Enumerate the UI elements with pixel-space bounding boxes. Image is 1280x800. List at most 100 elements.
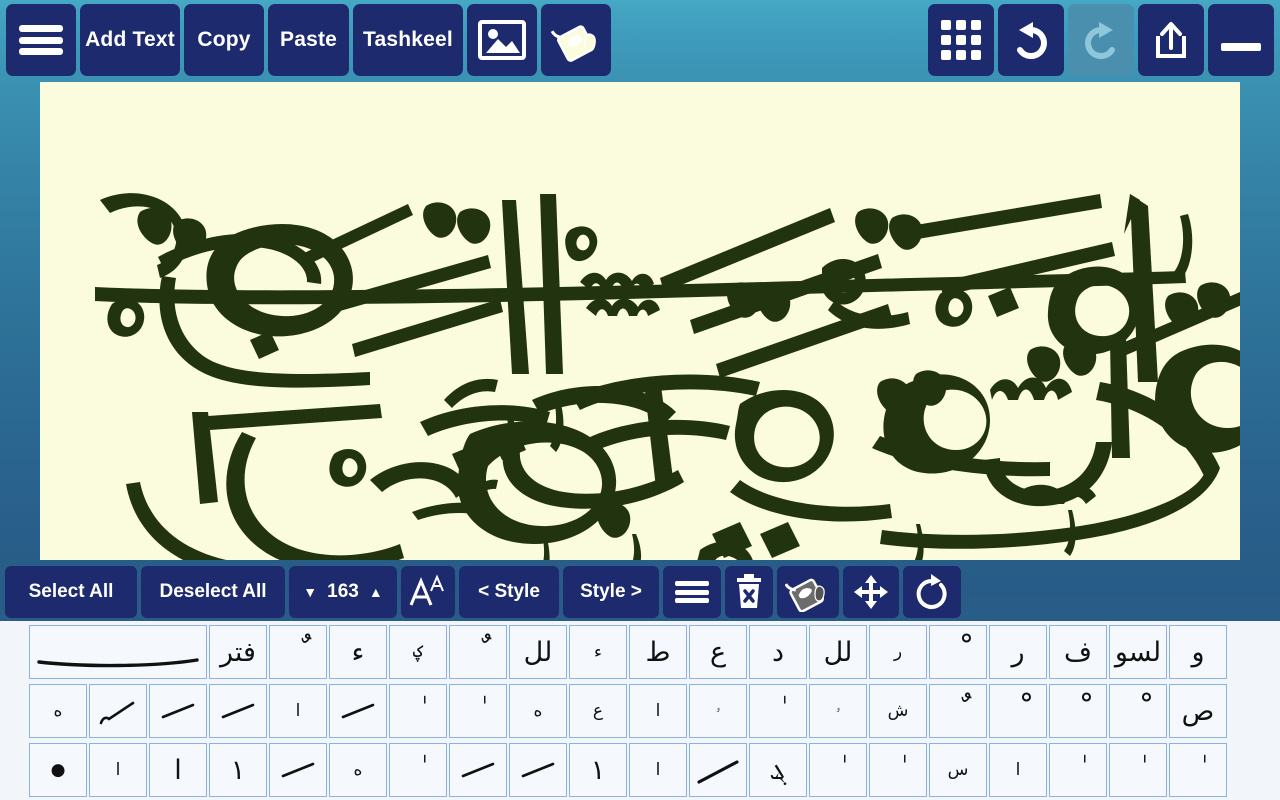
palette-cell[interactable]: ؼ (389, 625, 447, 679)
delete-button[interactable] (725, 566, 773, 618)
palette-cell[interactable]: ه (329, 743, 387, 797)
palette-cell[interactable]: ٌ (449, 625, 507, 679)
insert-image-button[interactable] (467, 4, 537, 76)
palette-cell[interactable] (269, 743, 327, 797)
palette-cell[interactable]: ف (1049, 625, 1107, 679)
palette-cell[interactable]: ٰ (1169, 743, 1227, 797)
palette-cell[interactable]: ٌ (929, 684, 987, 738)
minimize-button[interactable] (1208, 4, 1274, 76)
palette-cell[interactable] (449, 743, 507, 797)
palette-cell[interactable] (29, 625, 207, 679)
rotate-icon (914, 573, 950, 611)
tashkeel-button[interactable]: Tashkeel (353, 4, 463, 76)
palette-cell[interactable]: لسو (1109, 625, 1167, 679)
palette-cell[interactable]: ٰ (749, 684, 807, 738)
palette-cell[interactable]: ا (629, 743, 687, 797)
select-all-button[interactable]: Select All (5, 566, 137, 618)
palette-cell[interactable]: ع (689, 625, 747, 679)
palette-glyph: ܔ (769, 757, 786, 784)
palette-cell[interactable]: ْ (1049, 684, 1107, 738)
font-size-button[interactable] (401, 566, 455, 618)
palette-cell[interactable]: ر (869, 625, 927, 679)
size-stepper[interactable]: ▼ 163 ▲ (289, 566, 397, 618)
palette-cell[interactable]: ٰ (809, 743, 867, 797)
font-size-icon (408, 573, 448, 611)
move-icon (853, 574, 889, 610)
palette-cell[interactable] (89, 684, 147, 738)
palette-cell[interactable]: ۥ (809, 684, 867, 738)
share-button[interactable] (1138, 4, 1204, 76)
palette-glyph: ١ (231, 757, 246, 784)
palette-cell[interactable]: ر (989, 625, 1047, 679)
palette-cell[interactable]: ١ (569, 743, 627, 797)
palette-cell[interactable]: ه (509, 684, 567, 738)
palette-cell[interactable]: ٰ (389, 743, 447, 797)
style-next-button[interactable]: Style > (563, 566, 659, 618)
palette-cell[interactable]: ٰ (449, 684, 507, 738)
palette-cell[interactable] (209, 684, 267, 738)
copy-button[interactable]: Copy (184, 4, 264, 76)
redo-button[interactable] (1068, 4, 1134, 76)
palette-cell[interactable]: د (749, 625, 807, 679)
palette-cell[interactable]: ء (569, 625, 627, 679)
grid-icon (941, 20, 981, 60)
style-prev-label: < Style (478, 581, 540, 603)
lines-button[interactable] (663, 566, 721, 618)
palette-cell[interactable] (509, 743, 567, 797)
palette-glyph: ا (656, 703, 661, 720)
palette-glyph: ع (593, 703, 603, 720)
glyph-palette[interactable]: فترٌءؼٌللءطعدللرْرفلسوو هاٰٰهعاۥٰۥشٌْْْص… (0, 621, 1280, 800)
palette-cell[interactable]: ْ (989, 684, 1047, 738)
palette-cell[interactable]: ا (989, 743, 1047, 797)
palette-cell[interactable]: ۥ (689, 684, 747, 738)
size-increase-icon[interactable]: ▲ (369, 584, 383, 600)
palette-cell[interactable] (149, 684, 207, 738)
palette-cell[interactable]: ط (629, 625, 687, 679)
palette-cell[interactable]: ش (869, 684, 927, 738)
palette-cell[interactable] (329, 684, 387, 738)
palette-cell[interactable]: ْ (1109, 684, 1167, 738)
add-text-button[interactable]: Add Text (80, 4, 180, 76)
fill-color-button[interactable] (541, 4, 611, 76)
menu-button[interactable] (6, 4, 76, 76)
palette-row-1: فترٌءؼٌللءطعدللرْرفلسوو (28, 625, 1252, 682)
paste-label: Paste (268, 28, 349, 52)
palette-cell[interactable]: ٰ (1109, 743, 1167, 797)
paste-button[interactable]: Paste (268, 4, 349, 76)
palette-cell[interactable]: ٰ (389, 684, 447, 738)
rotate-button[interactable] (903, 566, 961, 618)
palette-cell[interactable]: ا (89, 743, 147, 797)
palette-cell[interactable]: ا (149, 743, 207, 797)
palette-cell[interactable]: ء (329, 625, 387, 679)
bottom-toolbar: Select All Deselect All ▼ 163 ▲ < Style … (0, 563, 1280, 621)
palette-cell[interactable]: ١ (209, 743, 267, 797)
palette-cell[interactable]: فتر (209, 625, 267, 679)
artwork-canvas[interactable] (40, 82, 1240, 560)
palette-cell[interactable]: ٌ (269, 625, 327, 679)
deselect-all-button[interactable]: Deselect All (141, 566, 285, 618)
palette-glyph: ه (354, 762, 363, 779)
move-button[interactable] (843, 566, 899, 618)
palette-cell[interactable]: و (1169, 625, 1227, 679)
palette-cell[interactable]: ٰ (1049, 743, 1107, 797)
palette-cell[interactable]: ● (29, 743, 87, 797)
palette-cell[interactable]: ٰ (869, 743, 927, 797)
palette-cell[interactable]: ع (569, 684, 627, 738)
palette-cell[interactable]: لل (509, 625, 567, 679)
palette-cell[interactable]: س (929, 743, 987, 797)
palette-cell[interactable]: لل (809, 625, 867, 679)
palette-cell[interactable]: ْ (929, 625, 987, 679)
palette-cell[interactable]: ا (269, 684, 327, 738)
palette-glyph: س (948, 762, 969, 779)
palette-cell[interactable]: ܔ (749, 743, 807, 797)
size-decrease-icon[interactable]: ▼ (303, 584, 317, 600)
grid-view-button[interactable] (928, 4, 994, 76)
palette-cell[interactable]: ا (629, 684, 687, 738)
undo-button[interactable] (998, 4, 1064, 76)
palette-glyph: ۥ (836, 703, 840, 720)
style-prev-button[interactable]: < Style (459, 566, 559, 618)
fill-color-button-bottom[interactable] (777, 566, 839, 618)
palette-cell[interactable]: ه (29, 684, 87, 738)
palette-cell[interactable] (689, 743, 747, 797)
palette-cell[interactable]: ص (1169, 684, 1227, 738)
